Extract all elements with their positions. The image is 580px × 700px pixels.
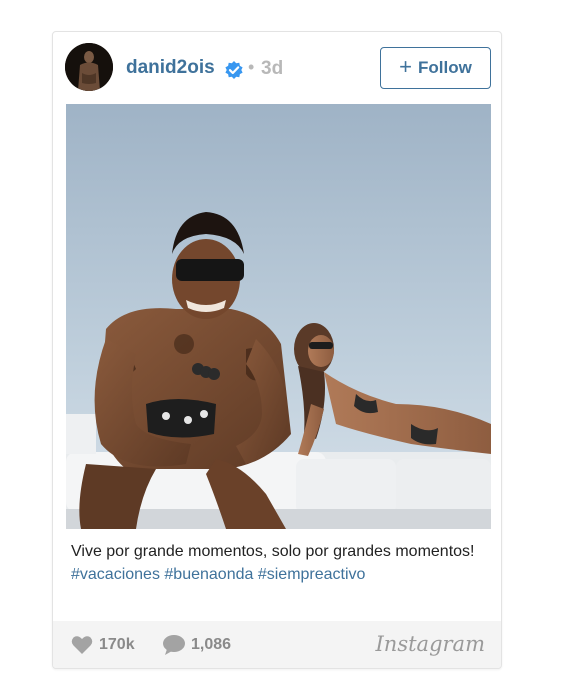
post-header: danid2ois • 3d + Follow: [53, 32, 501, 104]
speech-bubble-icon: [163, 635, 185, 655]
instagram-embed-card: danid2ois • 3d + Follow Vive por grande …: [52, 31, 502, 669]
caption-text: Vive por grande momentos, solo por grand…: [71, 543, 475, 560]
post-photo[interactable]: [66, 104, 491, 529]
post-caption: Vive por grande momentos, solo por grand…: [71, 540, 481, 586]
post-footer: 170k 1,086 Instagram: [53, 621, 501, 668]
instagram-logo[interactable]: Instagram: [376, 632, 485, 656]
post-timestamp[interactable]: 3d: [261, 58, 283, 80]
avatar[interactable]: [65, 43, 113, 91]
username-link[interactable]: danid2ois: [126, 57, 215, 79]
hashtag-link[interactable]: #siempreactivo: [258, 566, 366, 583]
follow-label: Follow: [418, 58, 472, 77]
hashtag-link[interactable]: #vacaciones: [71, 566, 160, 583]
like-count[interactable]: 170k: [99, 636, 135, 654]
separator-dot: •: [248, 57, 255, 77]
hashtag-link[interactable]: #buenaonda: [164, 566, 253, 583]
verified-badge-icon: [225, 61, 243, 79]
comment-count[interactable]: 1,086: [191, 636, 231, 654]
heart-icon: [71, 636, 93, 654]
plus-icon: +: [399, 54, 413, 79]
follow-button[interactable]: + Follow: [380, 47, 491, 89]
